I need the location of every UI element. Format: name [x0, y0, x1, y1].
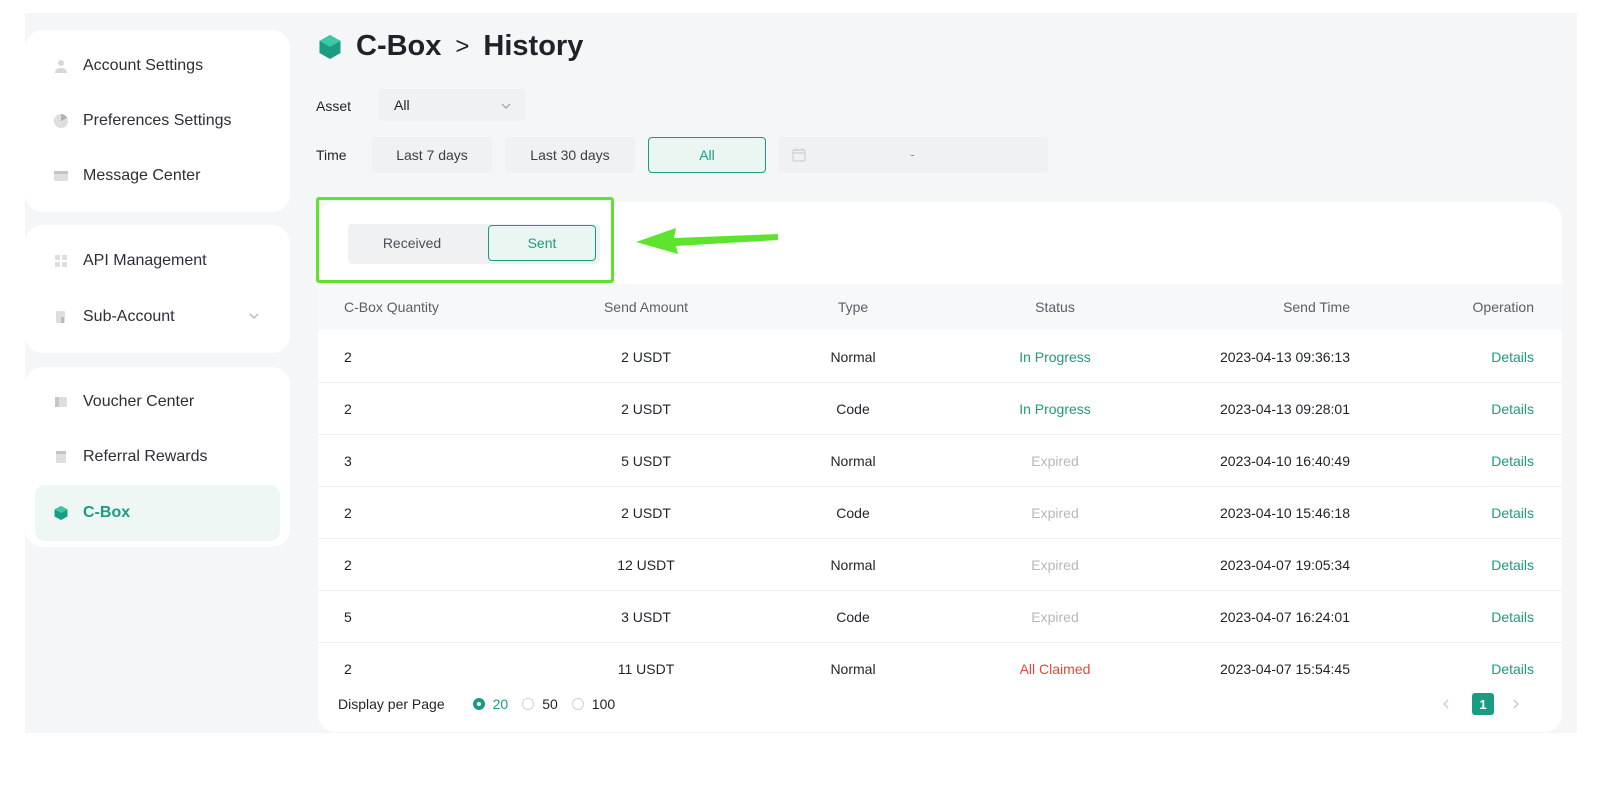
asset-select-value: All — [394, 97, 410, 113]
sidebar-item-c-box[interactable]: C-Box — [35, 485, 280, 541]
sidebar-group-rewards: Voucher Center Referral Rewards C-Box — [25, 367, 290, 547]
sidebar-item-message-center[interactable]: Message Center — [53, 156, 274, 196]
table-row: 22 USDT Code Expired 2023-04-10 15:46:18 Det… — [318, 486, 1562, 539]
next-page-button[interactable] — [1508, 693, 1524, 715]
date-range-picker[interactable]: - — [778, 137, 1048, 173]
cell-send-time: 2023-04-07 15:54:45 — [1220, 661, 1350, 677]
sidebar-item-preferences-settings[interactable]: Preferences Settings — [53, 101, 274, 141]
sidebar-item-voucher-center[interactable]: Voucher Center — [53, 382, 274, 422]
sidebar-item-label: C-Box — [83, 504, 131, 521]
details-link[interactable]: Details — [1491, 349, 1534, 365]
details-link[interactable]: Details — [1491, 505, 1534, 521]
chevron-down-icon[interactable] — [248, 309, 260, 327]
time-option-all[interactable]: All — [648, 137, 766, 173]
details-link[interactable]: Details — [1491, 453, 1534, 469]
asset-label: Asset — [316, 98, 352, 114]
cbox-icon — [318, 34, 342, 60]
cbox-icon — [53, 505, 69, 521]
cell-quantity: 2 — [344, 401, 352, 417]
column-header-quantity: C-Box Quantity — [344, 299, 439, 315]
table-row: 53 USDT Code Expired 2023-04-07 16:24:01 Det… — [318, 590, 1562, 643]
cell-send-time: 2023-04-10 16:40:49 — [1220, 453, 1350, 469]
sidebar-item-api-management[interactable]: API Management — [53, 241, 274, 281]
details-link[interactable]: Details — [1491, 661, 1534, 677]
sidebar-item-label: Account Settings — [83, 57, 204, 74]
breadcrumb-current: History — [483, 30, 584, 62]
cell-send-time: 2023-04-07 16:24:01 — [1220, 609, 1350, 625]
date-range-separator: - — [910, 146, 915, 162]
time-label: Time — [316, 147, 347, 163]
sidebar-item-label: Preferences Settings — [83, 112, 232, 129]
api-icon — [53, 253, 69, 269]
cell-send-time: 2023-04-13 09:28:01 — [1220, 401, 1350, 417]
sidebar-item-label: Sub-Account — [83, 308, 175, 325]
sidebar-group-api: API Management Sub-Account — [25, 225, 290, 353]
annotation-arrow-icon — [630, 220, 780, 265]
cell-send-time: 2023-04-10 15:46:18 — [1220, 505, 1350, 521]
table-row: 22 USDT Normal In Progress 2023-04-13 09:36… — [318, 330, 1562, 383]
user-icon — [53, 58, 69, 74]
cell-quantity: 3 — [344, 453, 352, 469]
calendar-icon — [792, 148, 806, 162]
details-link[interactable]: Details — [1491, 401, 1534, 417]
sidebar-item-label: Voucher Center — [83, 393, 195, 410]
per-page-option-50[interactable]: 50 — [522, 696, 558, 712]
details-link[interactable]: Details — [1491, 557, 1534, 573]
sidebar-item-referral-rewards[interactable]: Referral Rewards — [53, 437, 274, 477]
sidebar-item-sub-account[interactable]: Sub-Account — [53, 297, 274, 337]
sidebar-item-label: Message Center — [83, 167, 201, 184]
cell-quantity: 5 — [344, 609, 352, 625]
table-row: 22 USDT Code In Progress 2023-04-13 09:28:0… — [318, 382, 1562, 435]
per-page-selector: Display per Page 20 50 100 — [338, 696, 629, 712]
table-row: 2 12 USDT Normal Expired 2023-04-07 19:05:34… — [318, 538, 1562, 591]
message-icon — [53, 168, 69, 184]
asset-select[interactable]: All — [378, 89, 526, 121]
page-number-current[interactable]: 1 — [1472, 693, 1494, 715]
cell-quantity: 2 — [344, 661, 352, 677]
per-page-label: Display per Page — [338, 696, 445, 712]
referral-icon — [53, 449, 69, 465]
cell-send-time: 2023-04-07 19:05:34 — [1220, 557, 1350, 573]
time-option-last-30-days[interactable]: Last 30 days — [505, 137, 635, 173]
pie-chart-icon — [53, 113, 69, 129]
details-link[interactable]: Details — [1491, 609, 1534, 625]
breadcrumb-separator: > — [455, 32, 470, 60]
cell-quantity: 2 — [344, 349, 352, 365]
chevron-right-icon — [1513, 699, 1519, 709]
column-header-send-time: Send Time — [1283, 299, 1350, 315]
cell-send-time: 2023-04-13 09:36:13 — [1220, 349, 1350, 365]
voucher-icon — [53, 394, 69, 410]
sidebar-item-account-settings[interactable]: Account Settings — [53, 46, 274, 86]
table-header: C-Box Quantity Send Amount Type Status S… — [318, 284, 1562, 330]
breadcrumb-parent[interactable]: C-Box — [356, 30, 441, 63]
per-page-option-20[interactable]: 20 — [472, 696, 508, 712]
sidebar-item-label: API Management — [83, 252, 207, 269]
chevron-down-icon — [500, 99, 512, 115]
sidebar-group-account: Account Settings Preferences Settings Me… — [25, 30, 290, 212]
time-option-last-7-days[interactable]: Last 7 days — [372, 137, 492, 173]
table-row: 35 USDT Normal Expired 2023-04-10 16:40:49 D… — [318, 434, 1562, 487]
page-title: C-Box > History — [318, 30, 583, 63]
prev-page-button[interactable] — [1438, 693, 1454, 715]
per-page-option-100[interactable]: 100 — [571, 696, 615, 712]
sidebar-item-label: Referral Rewards — [83, 448, 208, 465]
table-row: 2 11 USDT Normal All Claimed 2023-04-07 15:5… — [344, 661, 1534, 677]
chevron-left-icon — [1443, 699, 1449, 709]
column-header-operation: Operation — [1472, 299, 1534, 315]
annotation-highlight-box — [316, 197, 614, 283]
cell-quantity: 2 — [344, 505, 352, 521]
cell-quantity: 2 — [344, 557, 352, 573]
sub-account-icon — [53, 309, 69, 325]
